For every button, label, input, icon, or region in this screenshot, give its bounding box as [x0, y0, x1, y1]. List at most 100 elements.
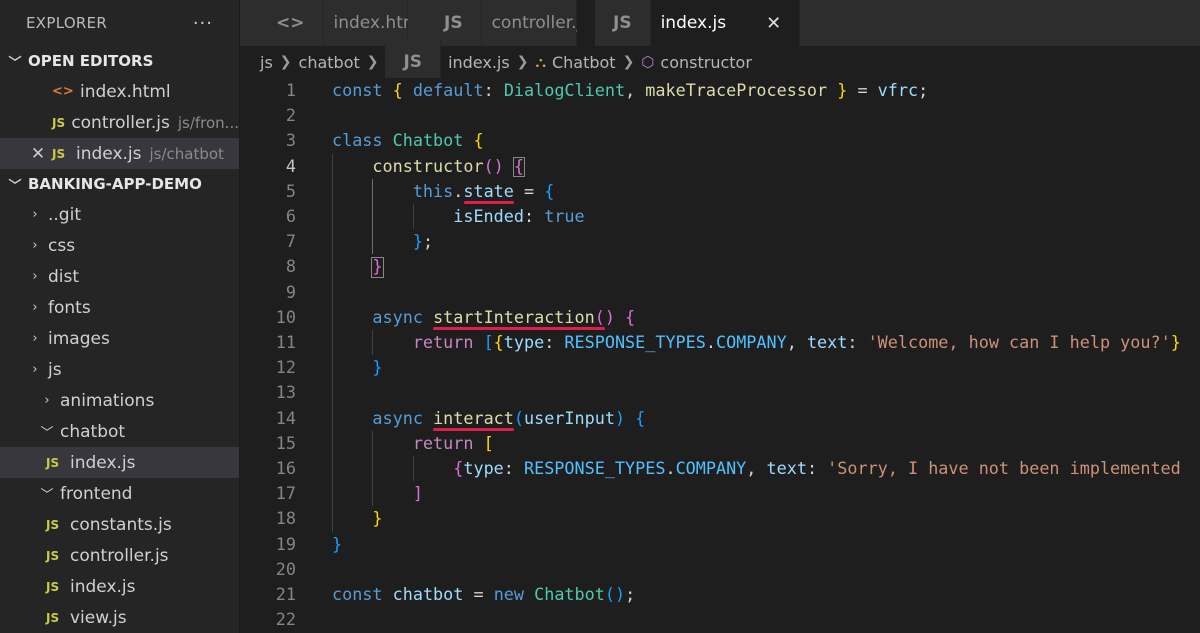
- code-text: constructor() {: [372, 155, 524, 176]
- tree-item-label: index.js: [70, 576, 136, 597]
- tree-folder[interactable]: › fonts: [0, 292, 239, 323]
- more-actions-icon[interactable]: ···: [193, 13, 213, 34]
- breadcrumb-item[interactable]: js: [260, 53, 273, 72]
- tree-file[interactable]: JS index.js: [0, 571, 239, 602]
- tree-file[interactable]: JS view.js: [0, 602, 239, 633]
- tree-folder[interactable]: › animations: [0, 385, 239, 416]
- tab-index-js-active[interactable]: JS index.js ✕: [577, 0, 801, 46]
- chevron-right-icon: ›: [32, 269, 38, 284]
- chevron-down-icon: ﹀: [40, 426, 54, 441]
- js-file-icon: JS: [46, 455, 60, 470]
- code-line[interactable]: 13: [240, 380, 1200, 405]
- line-number: 19: [275, 533, 296, 554]
- line-number: 20: [275, 558, 296, 579]
- project-section[interactable]: ﹀ BANKING-APP-DEMO: [0, 169, 239, 199]
- breadcrumb-item[interactable]: chatbot: [299, 53, 360, 72]
- code-line[interactable]: 18 }: [240, 506, 1200, 531]
- class-symbol-icon: ⛬: [535, 53, 546, 71]
- tree-file[interactable]: JS constants.js: [0, 509, 239, 540]
- tree-file[interactable]: JS controller.js: [0, 540, 239, 571]
- tab-index-html[interactable]: <> index.html: [240, 0, 424, 46]
- tab-label: index.js: [660, 13, 727, 33]
- explorer-title: EXPLORER: [26, 14, 108, 32]
- code-editor[interactable]: 1 const { default: DialogClient, makeTrac…: [240, 78, 1200, 633]
- line-number: 17: [275, 483, 296, 504]
- code-text: return [{type: RESPONSE_TYPES.COMPANY, t…: [412, 332, 1181, 352]
- tree-item-label: animations: [60, 390, 155, 411]
- breadcrumb-item[interactable]: constructor: [660, 53, 752, 72]
- line-number: 21: [275, 584, 296, 604]
- code-line[interactable]: 11 return [{type: RESPONSE_TYPES.COMPANY…: [240, 330, 1200, 355]
- code-text: }: [372, 357, 383, 378]
- code-line[interactable]: 1 const { default: DialogClient, makeTrac…: [240, 78, 1200, 103]
- close-icon[interactable]: ✕: [24, 144, 52, 164]
- code-line[interactable]: 17 ]: [240, 481, 1200, 506]
- open-editor-path: js/fron...: [177, 113, 239, 132]
- close-icon[interactable]: ✕: [766, 13, 781, 34]
- tree-folder[interactable]: › css: [0, 230, 239, 261]
- open-editor-path: js/chatbot: [149, 144, 224, 163]
- code-text: class Chatbot {: [332, 130, 484, 151]
- js-file-icon: JS: [46, 517, 60, 532]
- breadcrumb-item[interactable]: index.js: [448, 53, 510, 72]
- breadcrumb-item[interactable]: Chatbot: [552, 53, 616, 72]
- html-file-icon: <>: [258, 0, 324, 46]
- tree-item-label: constants.js: [70, 514, 172, 535]
- code-line[interactable]: 20: [240, 557, 1200, 582]
- code-text: ]: [412, 483, 423, 504]
- code-text: async startInteraction() {: [372, 306, 636, 327]
- open-editor-name: controller.js: [71, 112, 170, 133]
- tree-folder-open[interactable]: ﹀ chatbot: [0, 416, 239, 447]
- tree-folder[interactable]: › images: [0, 323, 239, 354]
- chevron-right-icon: ❯: [279, 54, 292, 70]
- code-line[interactable]: 9: [240, 280, 1200, 305]
- open-editors-section[interactable]: ﹀ OPEN EDITORS: [0, 46, 239, 76]
- code-line[interactable]: 3 class Chatbot {: [240, 128, 1200, 153]
- code-line[interactable]: 14 async interact(userInput) {: [240, 406, 1200, 431]
- chevron-right-icon: ›: [32, 362, 38, 377]
- js-file-icon: JS: [46, 579, 60, 594]
- code-line[interactable]: 19}: [240, 532, 1200, 557]
- code-text: };: [412, 231, 434, 252]
- line-number: 18: [275, 508, 296, 529]
- line-number: 16: [275, 458, 296, 478]
- tree-item-label: view.js: [70, 607, 127, 628]
- code-text: return [: [412, 432, 494, 453]
- tree-folder-open[interactable]: ﹀ frontend: [0, 478, 239, 509]
- code-line[interactable]: 4 constructor() {: [240, 154, 1200, 179]
- tree-folder[interactable]: › js: [0, 354, 239, 385]
- tree-folder[interactable]: › ..git: [0, 199, 239, 230]
- line-number: 6: [285, 206, 296, 226]
- explorer-header: EXPLORER ···: [0, 0, 239, 46]
- open-editor-item[interactable]: JS controller.js js/fron...: [0, 107, 239, 138]
- tree-file-active[interactable]: JS index.js: [0, 447, 239, 478]
- open-editor-item-active[interactable]: ✕ JS index.js js/chatbot: [0, 138, 239, 169]
- code-line[interactable]: 10 async startInteraction() {: [240, 305, 1200, 330]
- code-text: }: [332, 533, 343, 554]
- tree-item-label: js: [48, 359, 62, 380]
- code-line[interactable]: 8 }: [240, 254, 1200, 279]
- open-editor-item[interactable]: <> index.html: [0, 76, 239, 107]
- line-number: 15: [275, 432, 296, 453]
- line-number: 10: [275, 306, 296, 327]
- code-text: isEnded: true: [453, 206, 585, 226]
- tree-folder[interactable]: › dist: [0, 261, 239, 292]
- tree-item-label: fonts: [48, 297, 91, 318]
- code-line[interactable]: 2: [240, 103, 1200, 128]
- code-line[interactable]: 16 {type: RESPONSE_TYPES.COMPANY, text: …: [240, 456, 1200, 481]
- code-line[interactable]: 15 return [: [240, 431, 1200, 456]
- tree-item-label: css: [48, 235, 76, 256]
- chevron-right-icon: ❯: [516, 54, 529, 70]
- open-editors-label: OPEN EDITORS: [28, 52, 154, 70]
- code-line[interactable]: 21 const chatbot = new Chatbot();: [240, 582, 1200, 607]
- html-file-icon: <>: [52, 84, 74, 99]
- code-line[interactable]: 6 isEnded: true: [240, 204, 1200, 229]
- js-file-icon: JS: [46, 610, 60, 625]
- code-line[interactable]: 12 }: [240, 355, 1200, 380]
- code-line[interactable]: 22: [240, 607, 1200, 632]
- code-line[interactable]: 5 this.state = {: [240, 179, 1200, 204]
- code-line[interactable]: 7 };: [240, 229, 1200, 254]
- editor-tabs: <> index.html JS controller.js JS index.…: [240, 0, 1200, 46]
- chevron-right-icon: ›: [32, 331, 38, 346]
- breadcrumb: js ❯ chatbot ❯ JS index.js ❯ ⛬ Chatbot ❯…: [240, 39, 1200, 85]
